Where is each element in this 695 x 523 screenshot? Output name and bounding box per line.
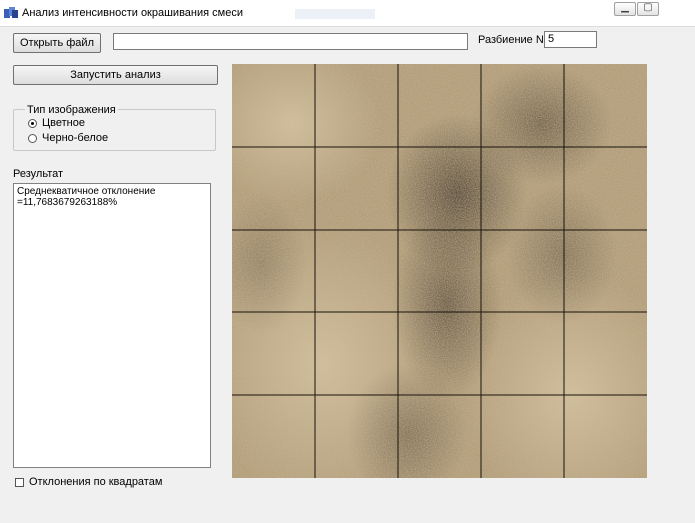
radio-color[interactable] (28, 119, 37, 128)
radio-bw-label: Черно-белое (42, 132, 109, 144)
deviations-checkbox-label: Отклонения по квадратам (29, 476, 163, 488)
radio-color-label: Цветное (42, 117, 85, 129)
minimize-button[interactable]: ▁ (614, 2, 636, 16)
run-analysis-button[interactable]: Запустить анализ (13, 65, 218, 85)
deviations-checkbox[interactable] (15, 478, 24, 487)
result-line-1: Среднекватичное отклонение (17, 186, 156, 197)
result-textarea[interactable]: Среднекватичное отклонение =11,768367926… (13, 183, 211, 468)
file-path-input[interactable] (113, 33, 468, 50)
background-window-fragment (295, 9, 375, 19)
result-line-2: =11,7683679263188% (17, 197, 118, 208)
open-file-button[interactable]: Открыть файл (13, 33, 101, 53)
minimize-icon: ▁ (621, 2, 629, 13)
sand-image-canvas (232, 64, 647, 478)
window-title: Анализ интенсивности окрашивания смеси (22, 7, 243, 19)
radio-bw[interactable] (28, 134, 37, 143)
app-icon (4, 7, 18, 18)
partition-label: Разбиение N= (478, 34, 551, 46)
maximize-icon: ▢ (643, 2, 653, 13)
title-bar: Анализ интенсивности окрашивания смеси ▁… (0, 0, 695, 27)
image-type-legend: Тип изображения (25, 104, 118, 116)
sand-image (232, 64, 647, 478)
maximize-button[interactable]: ▢ (637, 2, 659, 16)
result-label: Результат (13, 168, 64, 180)
partition-input[interactable]: 5 (544, 31, 597, 48)
